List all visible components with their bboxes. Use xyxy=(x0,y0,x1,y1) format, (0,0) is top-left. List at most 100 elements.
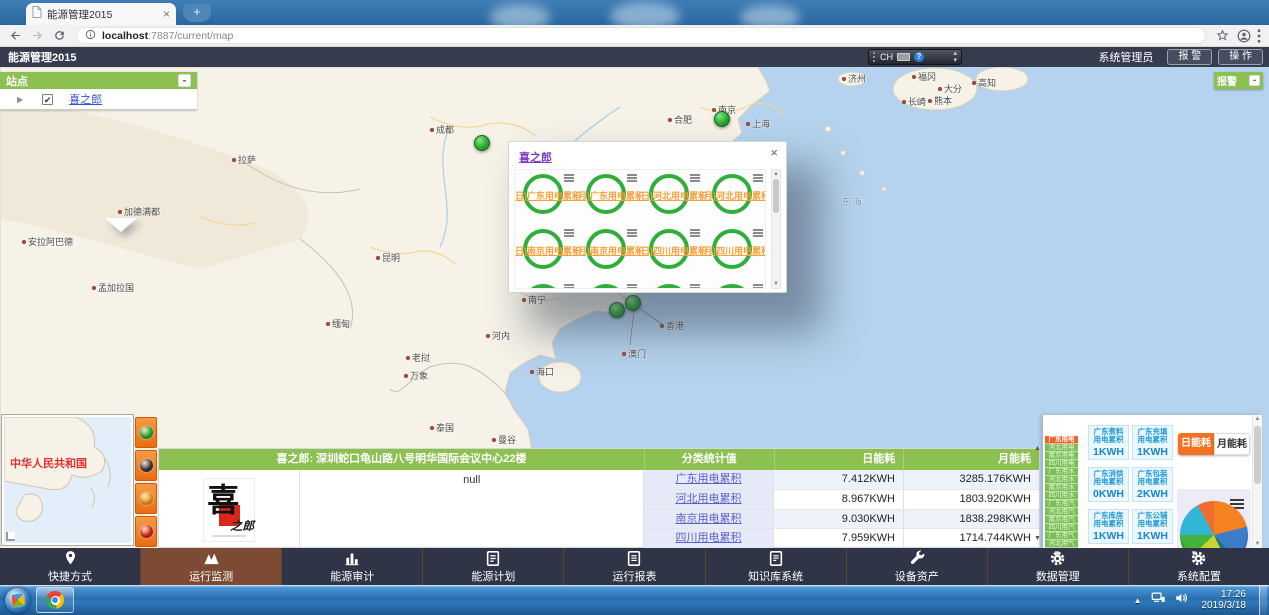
kwh-card[interactable]: 广东公辅用电累积1KWH xyxy=(1132,509,1173,544)
gauge[interactable]: (日)广东用电累积 xyxy=(515,170,578,225)
action-button[interactable]: 操 作 xyxy=(1218,49,1263,65)
kwh-card[interactable]: 广东煮料用电累积1KWH xyxy=(1088,425,1129,460)
popup-scrollbar[interactable]: ▲ ▼ xyxy=(771,169,781,289)
site-marker[interactable] xyxy=(474,135,490,151)
site-marker[interactable] xyxy=(714,111,730,127)
nav-item-能源计划[interactable]: 能源计划 xyxy=(422,548,563,585)
tree-expand-icon[interactable]: ▶ xyxy=(17,95,23,104)
new-tab-button[interactable]: + xyxy=(183,4,211,22)
chart-menu-icon[interactable] xyxy=(564,174,574,183)
gauge-label-link[interactable]: (日)广东用电累积 xyxy=(514,189,581,202)
chart-menu-icon[interactable] xyxy=(627,284,637,289)
scroll-up-icon[interactable]: ▲ xyxy=(772,171,780,177)
chart-menu-icon[interactable] xyxy=(690,174,700,183)
ime-language-bar[interactable]: CH ? ▴▾ xyxy=(868,49,962,65)
scroll-up-icon[interactable]: ▲ xyxy=(1253,416,1262,422)
browser-tab[interactable]: 能源管理2015 × xyxy=(26,3,176,25)
kwh-card[interactable]: 广东消烘用电累积0KWH xyxy=(1088,467,1129,502)
chart-menu-icon[interactable] xyxy=(564,284,574,289)
gauge[interactable] xyxy=(704,280,766,289)
category-link[interactable]: 南京用电累积 xyxy=(676,513,742,525)
gauge[interactable] xyxy=(578,280,641,289)
gauge-label-link[interactable]: (日)四川用电累积 xyxy=(638,244,707,257)
chart-menu-icon[interactable] xyxy=(753,284,763,289)
taskbar-clock[interactable]: 17:26 2019/3/18 xyxy=(1202,589,1247,612)
category-cell[interactable]: 四川用电累积 xyxy=(644,529,774,548)
scroll-down-icon[interactable]: ▼ xyxy=(772,281,780,287)
category-link[interactable]: 河北用电累积 xyxy=(676,493,742,505)
gauge[interactable]: (月)四川用电累积 xyxy=(704,225,766,280)
site-link[interactable]: 喜之郎 xyxy=(69,91,102,107)
category-item[interactable]: 南京用电 xyxy=(1045,452,1078,460)
scroll-down-indicator[interactable]: ▼ xyxy=(1190,549,1198,558)
kwh-card[interactable]: 广东库房用电累积1KWH xyxy=(1088,509,1129,544)
nav-item-知识库系统[interactable]: 知识库系统 xyxy=(705,548,846,585)
show-desktop-button[interactable] xyxy=(1259,585,1267,615)
refresh-icon[interactable] xyxy=(53,29,66,42)
network-icon[interactable] xyxy=(1151,591,1166,609)
overview-minimap[interactable]: 中华人民共和国 xyxy=(2,415,133,545)
gauge[interactable] xyxy=(515,280,578,289)
gauge-label-link[interactable]: (月)南京用电累积 xyxy=(575,244,644,257)
start-button[interactable] xyxy=(5,588,30,613)
chart-menu-icon[interactable] xyxy=(564,229,574,238)
site-marker[interactable] xyxy=(609,302,625,318)
site-marker[interactable] xyxy=(625,295,641,311)
status-indicator-button[interactable] xyxy=(135,417,157,448)
nav-item-能源审计[interactable]: 能源审计 xyxy=(281,548,422,585)
gauge[interactable]: (月)河北用电累积 xyxy=(704,170,766,225)
alarm-collapse-button[interactable]: - xyxy=(1249,75,1260,86)
category-link[interactable]: 四川用电累积 xyxy=(676,532,742,544)
nav-item-运行监测[interactable]: 运行监测 xyxy=(140,548,281,585)
scroll-down-indicator[interactable]: ▼ xyxy=(1053,549,1061,558)
gauge-label-link[interactable]: (日)河北用电累积 xyxy=(638,189,707,202)
category-item[interactable]: 广东用水 xyxy=(1045,468,1078,476)
category-link[interactable]: 广东用电累积 xyxy=(676,473,742,485)
minimap-resize-handle[interactable] xyxy=(6,532,15,541)
chart-menu-icon[interactable] xyxy=(690,284,700,289)
category-item[interactable]: 河北用汽 xyxy=(1045,508,1078,516)
gauge-label-link[interactable]: (日)南京用电累积 xyxy=(514,244,581,257)
kwh-card[interactable]: 广东充填用电累积1KWH xyxy=(1132,425,1173,460)
nav-item-系统配置[interactable]: 系统配置 xyxy=(1128,548,1269,585)
chart-menu-icon[interactable] xyxy=(627,174,637,183)
category-item[interactable]: 四川用汽 xyxy=(1045,524,1078,532)
category-item[interactable]: 河北用气 xyxy=(1045,540,1078,548)
chart-menu-icon[interactable] xyxy=(753,229,763,238)
gauge-label-link[interactable]: (月)四川用电累积 xyxy=(701,244,766,257)
category-cell[interactable]: 广东用电累积 xyxy=(644,470,774,489)
ime-grip-icon[interactable] xyxy=(873,52,876,62)
gauge-label-link[interactable]: (月)河北用电累积 xyxy=(701,189,766,202)
category-item[interactable]: 南京用水 xyxy=(1045,484,1078,492)
gauge-label-link[interactable]: (月)广东用电累积 xyxy=(575,189,644,202)
tray-expand-icon[interactable]: ▲ xyxy=(1134,596,1142,605)
gauge[interactable]: (日)南京用电累积 xyxy=(515,225,578,280)
menu-dots-icon[interactable] xyxy=(1257,29,1261,43)
category-item[interactable]: 四川用电 xyxy=(1045,460,1078,468)
gauge[interactable] xyxy=(641,280,704,289)
status-indicator-button[interactable] xyxy=(135,483,157,514)
panel-scrollbar[interactable]: ▲ ▼ xyxy=(1252,415,1262,548)
scroll-down-icon[interactable]: ▼ xyxy=(1253,541,1262,547)
nav-item-运行报表[interactable]: 运行报表 xyxy=(563,548,704,585)
chart-menu-icon[interactable] xyxy=(627,229,637,238)
speaker-icon[interactable] xyxy=(1175,591,1189,609)
list-scroll-down-icon[interactable]: ▼ xyxy=(1034,535,1041,542)
scrollbar-thumb[interactable] xyxy=(773,179,779,213)
info-icon[interactable] xyxy=(85,29,96,43)
status-indicator-button[interactable] xyxy=(135,516,157,547)
gauge[interactable]: (日)河北用电累积 xyxy=(641,170,704,225)
nav-item-快捷方式[interactable]: 快捷方式 xyxy=(0,548,140,585)
tab-daily-energy[interactable]: 日能耗 xyxy=(1178,433,1214,455)
list-scroll-up-icon[interactable]: ▲ xyxy=(1034,445,1041,452)
keyboard-icon[interactable] xyxy=(897,53,910,61)
scrollbar-thumb[interactable] xyxy=(1254,426,1261,484)
ime-options-icon[interactable]: ▴▾ xyxy=(953,50,957,64)
category-cell[interactable]: 南京用电累积 xyxy=(644,510,774,529)
chrome-taskbar-button[interactable] xyxy=(36,587,74,613)
category-item[interactable]: 广东用电 xyxy=(1045,436,1078,444)
gauge[interactable]: (月)南京用电累积 xyxy=(578,225,641,280)
alarm-button[interactable]: 报 警 xyxy=(1167,49,1212,65)
chart-menu-icon[interactable] xyxy=(753,174,763,183)
category-item[interactable]: 南京用汽 xyxy=(1045,516,1078,524)
